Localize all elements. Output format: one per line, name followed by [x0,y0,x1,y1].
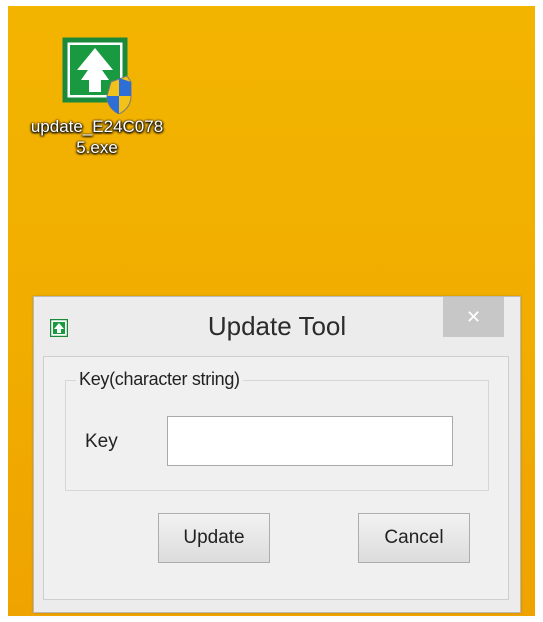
screenshot-frame: update_E24C0785.exe Update Tool ✕ Key(ch… [0,0,543,622]
update-button[interactable]: Update [158,513,270,563]
close-button[interactable]: ✕ [443,297,504,337]
groupbox-legend: Key(character string) [76,369,243,390]
cancel-button[interactable]: Cancel [358,513,470,563]
desktop-file-label: update_E24C0785.exe [30,117,164,157]
update-tool-dialog: Update Tool ✕ Key(character string) Key … [33,296,521,613]
close-icon: ✕ [465,306,482,327]
key-groupbox: Key(character string) Key [65,369,489,491]
key-input[interactable] [167,416,453,466]
dialog-titlebar[interactable]: Update Tool ✕ [34,297,520,347]
desktop[interactable]: update_E24C0785.exe Update Tool ✕ Key(ch… [8,6,535,616]
desktop-file-icon[interactable]: update_E24C0785.exe [22,36,172,158]
installer-icon [61,36,133,115]
key-label: Key [85,431,118,452]
dialog-content: Key(character string) Key Update Cancel [43,356,509,600]
